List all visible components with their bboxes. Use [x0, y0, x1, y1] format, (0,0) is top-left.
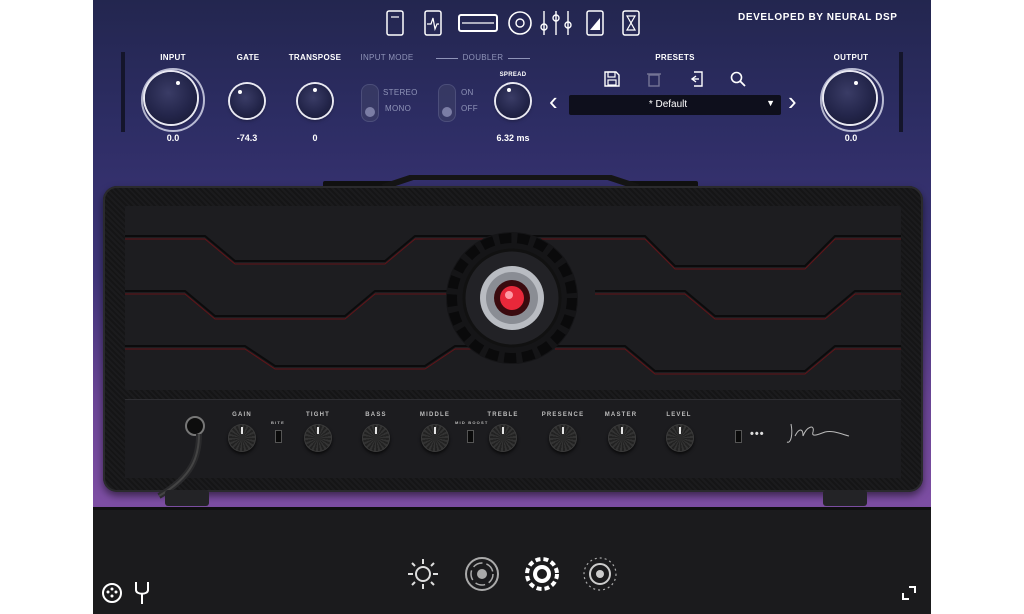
save-icon[interactable]: [603, 70, 621, 93]
mid-boost-label: MID BOOST: [455, 420, 489, 425]
spread-value: 6.32 ms: [496, 133, 530, 143]
middle-label: MIDDLE: [419, 412, 451, 418]
input-level-meter: [121, 52, 125, 132]
tuning-fork-icon[interactable]: [133, 580, 151, 611]
middle-knob[interactable]: [421, 424, 449, 452]
bite-label: BITE: [271, 420, 285, 425]
doubler-line-right: [508, 58, 530, 59]
gate-label: GATE: [236, 53, 260, 62]
hourglass-icon[interactable]: [621, 8, 641, 38]
transpose-knob[interactable]: [298, 84, 332, 118]
treble-label: TREBLE: [487, 412, 519, 418]
reverb-knob-icon[interactable]: [581, 555, 619, 598]
gear-fx-icon[interactable]: [523, 555, 561, 598]
eq-sliders-icon[interactable]: [539, 8, 573, 38]
tuner-device-icon[interactable]: [385, 8, 405, 38]
presence-label: PRESENCE: [541, 412, 585, 418]
signal-ramp-icon[interactable]: [585, 8, 605, 38]
search-icon[interactable]: [729, 70, 747, 93]
bass-knob[interactable]: [362, 424, 390, 452]
preset-prev-button[interactable]: ‹: [549, 88, 558, 114]
doubler-on[interactable]: ON: [461, 88, 474, 97]
amp-foot-right: [823, 490, 867, 506]
signature-icon: [785, 418, 855, 453]
preset-name: * Default: [648, 99, 688, 110]
doubler-line-left: [436, 58, 458, 59]
chevron-down-icon: ▼: [766, 98, 775, 108]
doubler-toggle[interactable]: [438, 84, 456, 122]
bottom-bar: [93, 507, 931, 614]
preset-dropdown[interactable]: * Default ▼: [569, 95, 781, 115]
master-label: MASTER: [604, 412, 638, 418]
presence-knob[interactable]: [549, 424, 577, 452]
power-switch[interactable]: [735, 430, 742, 443]
transpose-value: 0: [312, 133, 318, 143]
gain-label: GAIN: [232, 412, 252, 418]
spread-label: SPREAD: [499, 72, 527, 78]
presets-label: PRESETS: [655, 53, 695, 62]
gate-value: -74.3: [236, 133, 258, 143]
midi-icon[interactable]: [101, 582, 123, 609]
sun-fx-icon[interactable]: [406, 557, 440, 596]
treble-knob[interactable]: [489, 424, 517, 452]
amp-control-panel: GAIN BITE TIGHT BASS MIDDLE MID BOOST TR…: [125, 399, 901, 478]
input-mode-label: INPUT MODE: [360, 53, 414, 62]
spread-knob[interactable]: [496, 84, 530, 118]
tight-knob[interactable]: [304, 424, 332, 452]
bite-switch[interactable]: [275, 430, 282, 443]
trash-icon[interactable]: [645, 70, 663, 93]
doubler-off[interactable]: OFF: [461, 104, 478, 113]
more-options-icon[interactable]: •••: [750, 428, 765, 440]
amp-grille: [125, 206, 901, 390]
doubler-label: DOUBLER: [462, 53, 504, 62]
input-mode-toggle[interactable]: [361, 84, 379, 122]
amp-foot-left: [165, 490, 209, 506]
level-label: LEVEL: [666, 412, 692, 418]
developer-credit: DEVELOPED BY NEURAL DSP: [738, 12, 898, 23]
input-value: 0.0: [166, 133, 180, 143]
output-label: OUTPUT: [833, 53, 869, 62]
master-knob[interactable]: [608, 424, 636, 452]
plugin-window: DEVELOPED BY NEURAL DSP INPUT 0.0 GATE -…: [93, 0, 931, 614]
input-mode-mono[interactable]: MONO: [385, 104, 411, 113]
tight-label: TIGHT: [306, 412, 330, 418]
preset-next-button[interactable]: ›: [788, 88, 797, 114]
input-knob[interactable]: [145, 72, 197, 124]
import-icon[interactable]: [687, 70, 705, 93]
output-level-meter: [899, 52, 903, 132]
level-knob[interactable]: [666, 424, 694, 452]
cabinet-speaker-icon[interactable]: [507, 8, 533, 38]
bass-label: BASS: [365, 412, 387, 418]
resize-icon[interactable]: [901, 585, 917, 606]
output-value: 0.0: [844, 133, 858, 143]
input-label: INPUT: [160, 53, 186, 62]
mid-boost-switch[interactable]: [467, 430, 474, 443]
delay-circle-icon[interactable]: [463, 555, 501, 598]
input-mode-stereo[interactable]: STEREO: [383, 88, 418, 97]
amp-head-icon[interactable]: [458, 8, 498, 38]
amp-head: GAIN BITE TIGHT BASS MIDDLE MID BOOST TR…: [103, 186, 923, 499]
transpose-label: TRANSPOSE: [288, 53, 342, 62]
gate-knob[interactable]: [230, 84, 264, 118]
pulse-module-icon[interactable]: [423, 8, 443, 38]
output-knob[interactable]: [824, 72, 876, 124]
